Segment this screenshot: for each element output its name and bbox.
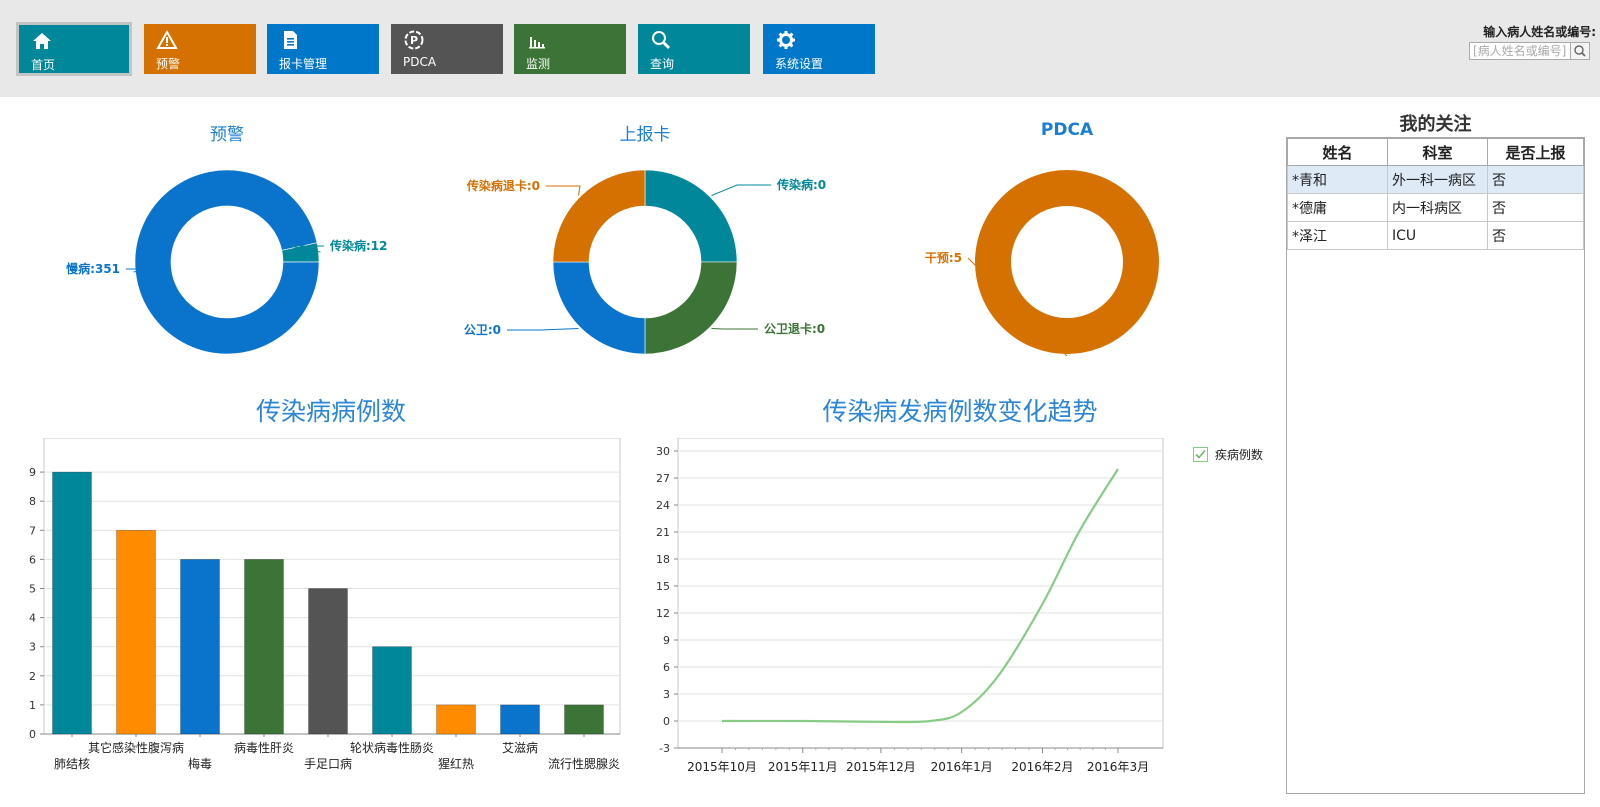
cell-name[interactable]: *青和 xyxy=(1287,165,1388,194)
bar[interactable] xyxy=(500,704,540,735)
line-y-tick-label: 0 xyxy=(663,715,670,728)
bar-category-label: 梅毒 xyxy=(188,756,212,771)
donut-slice-label: 传染病退卡:0 xyxy=(466,178,540,193)
donut-leader-line xyxy=(967,257,1068,357)
table-row[interactable]: *泽江 ICU 否 xyxy=(1287,221,1584,250)
line-plot-area xyxy=(677,438,1164,749)
line-y-tick-label: 15 xyxy=(656,580,670,593)
table-row[interactable]: *德庸 内一科病区 否 xyxy=(1287,193,1584,222)
line-chart-legend: 疾病例数 xyxy=(1193,446,1263,463)
bar-y-tick-label: 6 xyxy=(29,553,36,566)
donut-slice-label: 公卫:0 xyxy=(464,323,501,337)
cell-dept[interactable]: ICU xyxy=(1387,221,1488,250)
line-x-tick-label: 2016年1月 xyxy=(931,760,993,774)
line-y-tick-label: 30 xyxy=(656,445,670,458)
line-y-tick-label: 12 xyxy=(656,607,670,620)
line-y-tick-label: 9 xyxy=(663,634,670,647)
line-x-tick-label: 2016年2月 xyxy=(1011,760,1073,774)
cell-dept[interactable]: 内一科病区 xyxy=(1387,193,1488,222)
line-x-tick-label: 2015年12月 xyxy=(846,760,916,774)
table-row[interactable]: *青和 外一科一病区 否 xyxy=(1287,165,1584,194)
donut-slice[interactable] xyxy=(644,169,738,263)
cell-reported[interactable]: 否 xyxy=(1487,221,1584,250)
bar-category-label: 轮状病毒性肠炎 xyxy=(350,740,434,755)
bar-y-tick-label: 3 xyxy=(29,641,36,654)
line-y-tick-label: 24 xyxy=(656,499,670,512)
bar[interactable] xyxy=(244,559,284,735)
bar[interactable] xyxy=(436,704,476,735)
bar-y-tick-label: 1 xyxy=(29,699,36,712)
donut-slice[interactable] xyxy=(975,170,1159,354)
bar-category-label: 猩红热 xyxy=(438,756,474,771)
bar[interactable] xyxy=(372,646,412,735)
bar-y-tick-label: 4 xyxy=(29,612,36,625)
watch-panel: 姓名 科室 是否上报 *青和 外一科一病区 否 *德庸 内一科病区 否 *泽江 … xyxy=(1286,137,1585,794)
donut-slice-label: 慢病:351 xyxy=(66,261,120,276)
line-x-tick-label: 2016年3月 xyxy=(1087,760,1149,774)
bar-category-label: 流行性腮腺炎 xyxy=(548,757,620,771)
infectious-trend-line-chart: -3 0 3 6 9 12 15 18 21 24 27 30 2015年10月 2015年11月 2015… xyxy=(656,438,1164,774)
legend-checkbox[interactable] xyxy=(1193,447,1208,462)
watch-table: 姓名 科室 是否上报 *青和 外一科一病区 否 *德庸 内一科病区 否 *泽江 … xyxy=(1287,138,1584,250)
bar[interactable] xyxy=(180,559,220,735)
donut-slice-label: 传染病:0 xyxy=(776,177,826,192)
cell-name[interactable]: *德庸 xyxy=(1287,193,1388,222)
column-header-reported[interactable]: 是否上报 xyxy=(1487,138,1584,166)
bar-category-label: 艾滋病 xyxy=(502,740,538,755)
cell-reported[interactable]: 否 xyxy=(1487,193,1584,222)
donut-slice[interactable] xyxy=(552,261,646,355)
line-y-tick-label: 27 xyxy=(656,472,670,485)
line-x-tick-label: 2015年10月 xyxy=(687,760,757,774)
line-chart-title: 传染病发病例数变化趋势 xyxy=(822,397,1098,426)
column-header-dept[interactable]: 科室 xyxy=(1387,138,1488,166)
donut-slice[interactable] xyxy=(552,169,646,263)
bar-y-tick-label: 7 xyxy=(29,524,36,537)
bar-y-tick-label: 9 xyxy=(29,466,36,479)
bar[interactable] xyxy=(308,588,348,735)
watch-panel-title: 我的关注 xyxy=(1399,114,1472,135)
bar[interactable] xyxy=(116,530,156,735)
cell-name[interactable]: *泽江 xyxy=(1287,221,1388,250)
infectious-case-bar-chart: 0 1 2 3 4 5 6 7 8 9 肺结核 其它感染性腹泻病梅毒 病毒性肝炎手足口病轮状病毒性肠炎猩… xyxy=(29,438,621,771)
line-x-tick-label: 2015年11月 xyxy=(768,760,838,774)
donut-leader-line xyxy=(711,184,771,196)
donut-leader-line xyxy=(507,327,579,331)
bar-chart-title: 传染病病例数 xyxy=(255,397,407,426)
cell-dept[interactable]: 外一科一病区 xyxy=(1387,165,1488,194)
line-y-tick-label: 18 xyxy=(656,553,670,566)
donut-slice-label: 公卫退卡:0 xyxy=(764,321,825,336)
donut-slice[interactable] xyxy=(644,261,738,355)
donut-slice-label: 干预:5 xyxy=(925,251,962,265)
legend-label: 疾病例数 xyxy=(1214,448,1263,462)
bar-y-tick-label: 0 xyxy=(29,728,36,741)
bar-category-label: 手足口病 xyxy=(304,756,352,771)
bar-category-label: 其它感染性腹泻病 xyxy=(88,740,184,755)
bar-category-label: 病毒性肝炎 xyxy=(234,740,294,755)
line-y-tick-label: 21 xyxy=(656,526,670,539)
bar-y-tick-label: 8 xyxy=(29,495,36,508)
bar-category-label: 肺结核 xyxy=(54,757,90,771)
line-y-tick-label: -3 xyxy=(659,742,670,755)
donut-leader-line xyxy=(711,327,758,330)
donut-leader-line xyxy=(546,185,581,196)
bar[interactable] xyxy=(52,471,92,735)
bar-y-tick-label: 5 xyxy=(29,583,36,596)
donut-slice-label: 传染病:12 xyxy=(329,238,388,253)
line-y-tick-label: 6 xyxy=(663,661,670,674)
column-header-name[interactable]: 姓名 xyxy=(1287,138,1388,166)
line-y-tick-label: 3 xyxy=(663,688,670,701)
bar[interactable] xyxy=(564,704,604,735)
check-icon xyxy=(1195,449,1206,459)
bar-y-tick-label: 2 xyxy=(29,670,36,683)
cell-reported[interactable]: 否 xyxy=(1487,165,1584,194)
